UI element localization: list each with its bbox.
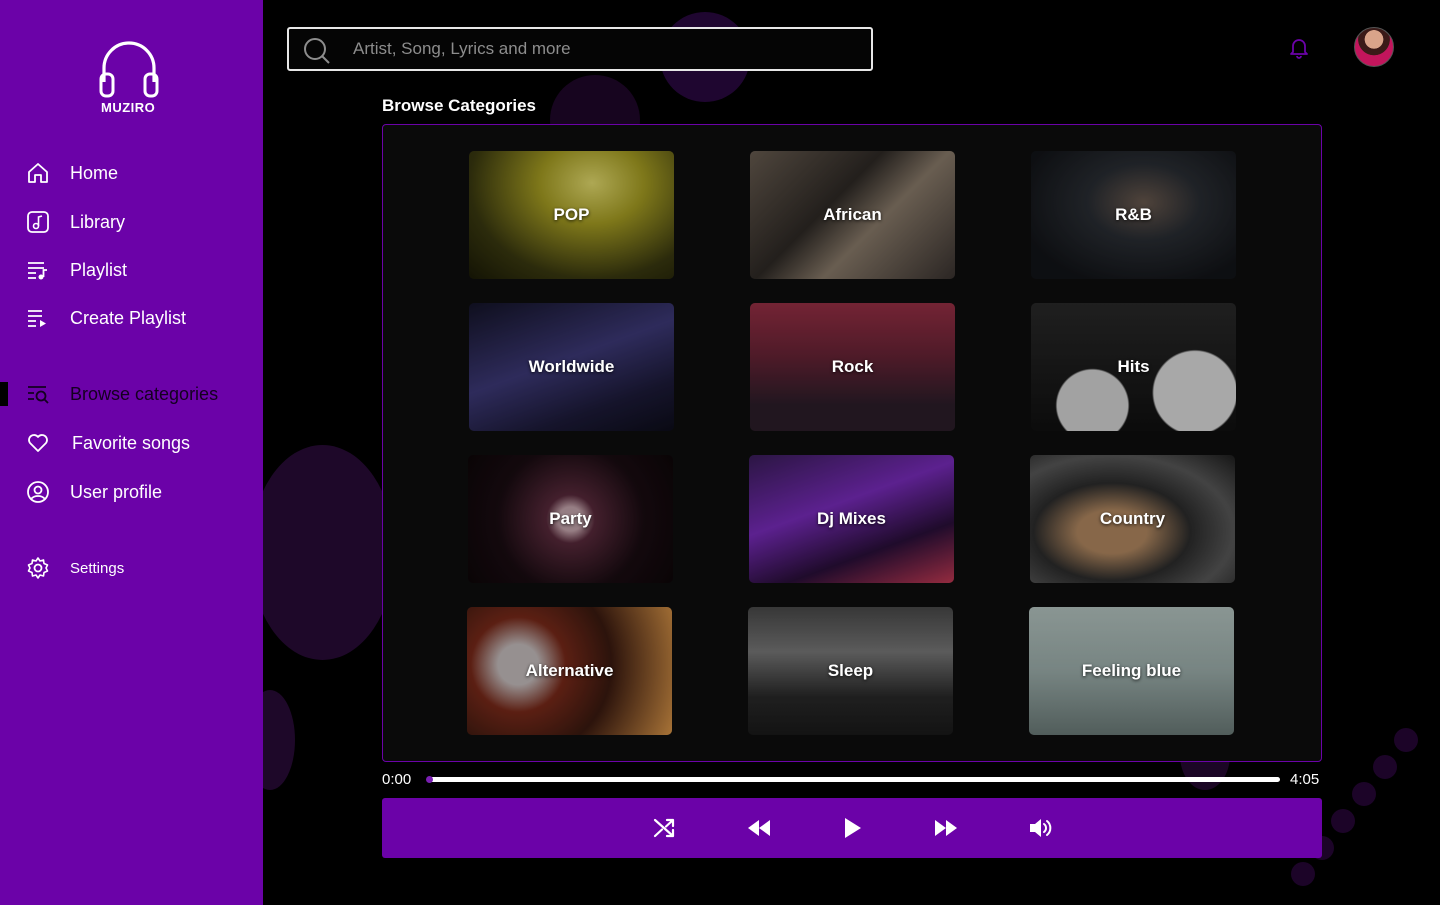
sidebar-item-label: Create Playlist <box>70 307 187 328</box>
sidebar-item-label: Favorite songs <box>72 432 191 453</box>
player-controls <box>382 798 1322 858</box>
category-label: Worldwide <box>528 357 615 376</box>
background-dot <box>1373 755 1397 779</box>
sidebar-item-label: Library <box>70 211 126 232</box>
category-tile-pop[interactable]: POP <box>469 151 674 279</box>
sidebar-item-label: Settings <box>70 559 125 577</box>
sidebar-item-favorite-songs[interactable]: Favorite songs <box>0 423 263 463</box>
search-input[interactable] <box>353 36 853 62</box>
fast-forward-icon[interactable] <box>933 815 959 841</box>
category-tile-sleep[interactable]: Sleep <box>748 607 953 735</box>
background-dot <box>1352 782 1376 806</box>
sidebar-item-playlist[interactable]: Playlist <box>0 250 263 290</box>
category-tile-party[interactable]: Party <box>468 455 673 583</box>
rewind-icon[interactable] <box>746 815 772 841</box>
progress-bar[interactable] <box>426 776 1280 783</box>
sidebar-item-home[interactable]: Home <box>0 153 263 193</box>
category-label: Alternative <box>525 661 614 680</box>
category-label: Party <box>549 509 592 528</box>
shuffle-icon[interactable] <box>652 815 678 841</box>
avatar[interactable] <box>1354 27 1394 67</box>
headphones-icon <box>99 41 159 98</box>
background-dot <box>1394 728 1418 752</box>
category-tile-worldwide[interactable]: Worldwide <box>469 303 674 431</box>
progress-knob[interactable] <box>426 776 433 783</box>
bell-icon[interactable] <box>1287 35 1311 59</box>
sidebar-item-user-profile[interactable]: User profile <box>0 472 263 512</box>
background-bubble <box>250 445 395 660</box>
category-tile-dj-mixes[interactable]: Dj Mixes <box>749 455 954 583</box>
browse-icon <box>28 386 49 404</box>
search-icon <box>304 38 330 64</box>
category-tile-hits[interactable]: Hits <box>1031 303 1236 431</box>
app-logo-text: MUZIRO <box>101 100 156 115</box>
duration: 4:05 <box>1290 771 1320 788</box>
category-tile-african[interactable]: African <box>750 151 955 279</box>
category-tile-country[interactable]: Country <box>1030 455 1235 583</box>
category-label: Sleep <box>827 661 874 680</box>
sidebar-item-browse-categories[interactable]: Browse categories <box>0 374 263 414</box>
sidebar-item-label: Home <box>70 162 119 183</box>
sidebar-item-label: Playlist <box>70 259 128 280</box>
category-tile-rnb[interactable]: R&B <box>1031 151 1236 279</box>
app-logo[interactable]: MUZIRO <box>98 38 170 118</box>
categories-grid: POP African R&B Worldwide Rock Hits Part… <box>382 124 1322 762</box>
category-tile-feeling-blue[interactable]: Feeling blue <box>1029 607 1234 735</box>
category-label: R&B <box>1115 205 1152 224</box>
search-bar[interactable] <box>287 27 873 71</box>
sidebar-item-settings[interactable]: Settings <box>0 548 263 588</box>
category-tile-rock[interactable]: Rock <box>750 303 955 431</box>
category-label: Rock <box>831 357 874 376</box>
sidebar: MUZIRO Home Library Playlist Create Play… <box>0 0 263 905</box>
category-label: African <box>823 205 882 224</box>
background-dot <box>1291 862 1315 886</box>
category-label: Feeling blue <box>1081 661 1182 680</box>
library-icon <box>27 211 49 233</box>
gear-icon <box>27 557 49 579</box>
sidebar-item-library[interactable]: Library <box>0 202 263 242</box>
create-playlist-icon <box>28 310 46 327</box>
volume-icon[interactable] <box>1027 815 1053 841</box>
category-label: POP <box>553 205 590 224</box>
background-dot <box>1331 809 1355 833</box>
page-title: Browse Categories <box>382 96 536 115</box>
sidebar-item-create-playlist[interactable]: Create Playlist <box>0 298 263 338</box>
sidebar-item-label: User profile <box>70 481 163 502</box>
category-label: Dj Mixes <box>817 509 886 528</box>
user-circle-icon <box>27 481 49 503</box>
category-label: Country <box>1099 509 1166 528</box>
heart-icon <box>28 434 48 452</box>
category-tile-alternative[interactable]: Alternative <box>467 607 672 735</box>
current-time: 0:00 <box>382 771 412 788</box>
home-icon <box>28 163 48 183</box>
sidebar-item-label: Browse categories <box>70 383 219 404</box>
category-label: Hits <box>1117 357 1150 376</box>
playlist-icon <box>28 262 47 280</box>
play-icon[interactable] <box>839 815 865 841</box>
